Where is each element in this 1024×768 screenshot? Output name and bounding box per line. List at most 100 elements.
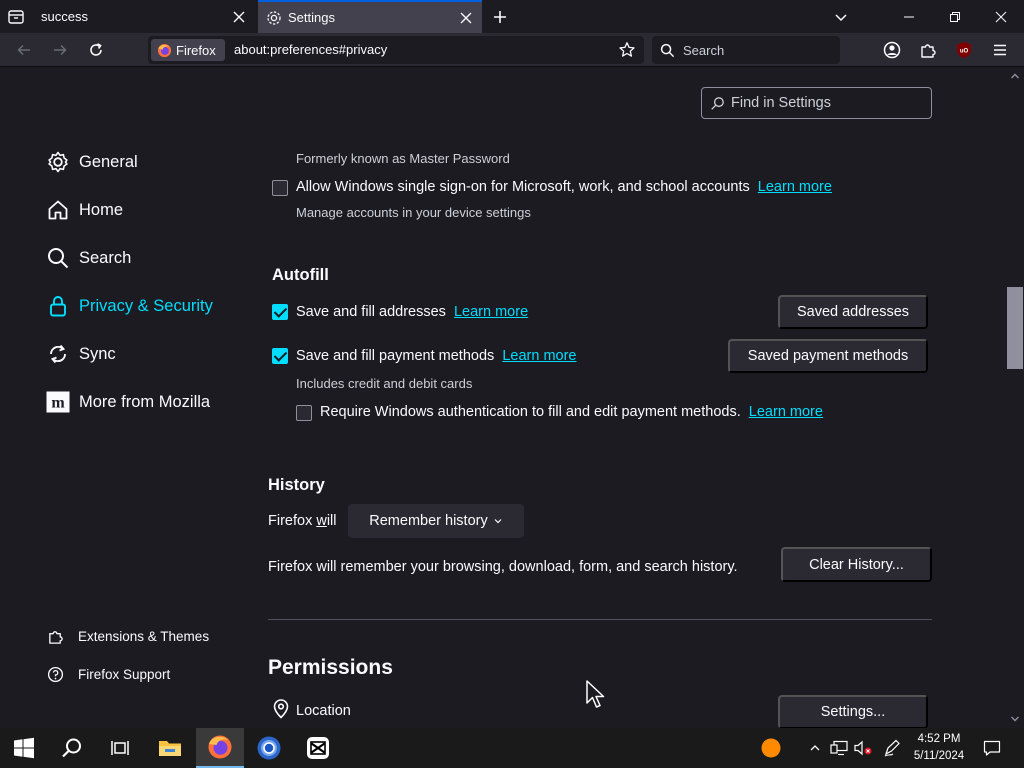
- sidebar-item-label: Sync: [79, 344, 116, 363]
- restore-icon: [950, 12, 960, 22]
- orange-circle-icon: [761, 738, 781, 758]
- sync-icon: [46, 342, 70, 366]
- pen-workspace-button[interactable]: [880, 728, 904, 768]
- mouse-cursor-icon: [586, 680, 605, 708]
- history-mode-select[interactable]: Remember history: [348, 504, 524, 538]
- volume-muted-icon: [854, 740, 872, 756]
- preferences-content: General Home Search Privacy & Security S…: [0, 67, 1024, 729]
- home-icon: [46, 198, 70, 222]
- lock-icon: [46, 294, 70, 318]
- capcut-taskbar-button[interactable]: [294, 728, 342, 768]
- svg-text:m: m: [51, 395, 65, 412]
- sidebar-item-sync[interactable]: Sync: [46, 339, 116, 369]
- location-label: Location: [296, 703, 351, 719]
- content-scrollbar[interactable]: [1006, 67, 1024, 727]
- restore-button[interactable]: [944, 6, 966, 28]
- save-addresses-checkbox[interactable]: [272, 304, 288, 320]
- app-menu-button[interactable]: [989, 39, 1011, 61]
- sidebar-item-search[interactable]: Search: [46, 243, 131, 273]
- require-auth-learn-more-link[interactable]: Learn more: [749, 404, 823, 420]
- sso-learn-more-link[interactable]: Learn more: [758, 179, 832, 195]
- save-addresses-text: Save and fill addresses: [296, 304, 446, 320]
- url-text[interactable]: about:preferences#privacy: [234, 42, 387, 57]
- history-description: Firefox will remember your browsing, dow…: [268, 559, 738, 575]
- sso-label: Allow Windows single sign-on for Microso…: [296, 179, 832, 195]
- list-all-tabs-button[interactable]: [830, 6, 852, 28]
- forward-button[interactable]: [49, 39, 71, 61]
- reload-button[interactable]: [85, 39, 107, 61]
- history-label-part: ill: [326, 513, 337, 529]
- tab-settings[interactable]: Settings: [258, 0, 482, 33]
- capcut-logo-icon: [307, 737, 329, 759]
- tab-title: Settings: [288, 10, 335, 25]
- file-explorer-button[interactable]: [146, 728, 194, 768]
- task-view-button[interactable]: [96, 728, 144, 768]
- scrollbar-thumb[interactable]: [1007, 287, 1023, 369]
- ublock-origin-button[interactable]: uO: [953, 39, 975, 61]
- window-close-button[interactable]: [990, 6, 1012, 28]
- url-bar[interactable]: Firefox about:preferences#privacy: [148, 36, 644, 64]
- find-in-settings[interactable]: [701, 87, 932, 119]
- history-mode-value: Remember history: [369, 513, 488, 529]
- primary-password-note: Formerly known as Master Password: [296, 151, 510, 166]
- start-button[interactable]: [0, 728, 48, 768]
- sidebar-item-more-from-mozilla[interactable]: m More from Mozilla: [46, 387, 210, 417]
- scroll-up-arrow-icon[interactable]: [1010, 71, 1020, 81]
- notification-icon: [983, 740, 1001, 756]
- sidebar-item-firefox-support[interactable]: Firefox Support: [47, 664, 170, 684]
- require-auth-checkbox[interactable]: [296, 405, 312, 421]
- bookmark-star-button[interactable]: [618, 41, 636, 59]
- chrome-taskbar-button[interactable]: [245, 728, 293, 768]
- sidebar-item-privacy-security[interactable]: Privacy & Security: [46, 291, 213, 321]
- scroll-down-arrow-icon[interactable]: [1010, 714, 1020, 724]
- sso-checkbox[interactable]: [272, 180, 288, 196]
- clear-history-button[interactable]: Clear History...: [781, 547, 932, 582]
- action-center-button[interactable]: [978, 728, 1006, 768]
- back-button[interactable]: [13, 39, 35, 61]
- taskbar-search-button[interactable]: [48, 728, 96, 768]
- firefox-logo-icon: [157, 43, 172, 57]
- save-payments-checkbox[interactable]: [272, 348, 288, 364]
- sidebar-item-extensions-themes[interactable]: Extensions & Themes: [47, 626, 209, 646]
- saved-addresses-button[interactable]: Saved addresses: [778, 295, 928, 329]
- sso-label-text: Allow Windows single sign-on for Microso…: [296, 179, 750, 195]
- reload-icon: [90, 43, 102, 56]
- volume-tray-button[interactable]: [852, 728, 874, 768]
- save-addresses-label: Save and fill addresses Learn more: [296, 304, 528, 320]
- clock-time: 4:52 PM: [917, 733, 961, 745]
- sidebar-item-general[interactable]: General: [46, 147, 138, 177]
- pen-icon: [884, 739, 900, 757]
- location-settings-button[interactable]: Settings...: [778, 695, 928, 729]
- chevron-down-icon: [835, 14, 847, 22]
- search-bar[interactable]: Search: [652, 36, 840, 64]
- find-in-settings-input[interactable]: [731, 95, 921, 111]
- autofill-heading: Autofill: [272, 266, 329, 284]
- saved-payment-methods-button[interactable]: Saved payment methods: [728, 339, 928, 373]
- identity-box[interactable]: Firefox: [151, 39, 225, 61]
- payments-learn-more-link[interactable]: Learn more: [502, 348, 576, 364]
- account-button[interactable]: [881, 39, 903, 61]
- section-divider: [268, 619, 932, 620]
- show-hidden-icons-button[interactable]: [805, 728, 825, 768]
- chevron-down-icon: [494, 519, 502, 524]
- tab-list-button[interactable]: [6, 7, 26, 27]
- orange-app-tray-button[interactable]: [757, 728, 785, 768]
- tab-close-button[interactable]: [456, 8, 476, 28]
- sidebar-item-label: General: [79, 152, 138, 171]
- minimize-button[interactable]: [898, 6, 920, 28]
- close-icon: [233, 11, 245, 22]
- network-tray-button[interactable]: [828, 728, 850, 768]
- new-tab-button[interactable]: [490, 7, 510, 27]
- extensions-button[interactable]: [917, 39, 939, 61]
- taskbar-clock[interactable]: 4:52 PM 5/11/2024: [908, 731, 970, 765]
- navigation-toolbar: Firefox about:preferences#privacy Search…: [0, 33, 1024, 67]
- ublock-shield-icon: uO: [957, 42, 971, 58]
- puzzle-icon: [921, 44, 936, 58]
- firefox-taskbar-button[interactable]: [196, 728, 244, 768]
- arrow-left-icon: [17, 44, 30, 56]
- tab-close-button[interactable]: [229, 7, 249, 27]
- addresses-learn-more-link[interactable]: Learn more: [454, 304, 528, 320]
- sidebar-item-home[interactable]: Home: [46, 195, 123, 225]
- tab-success[interactable]: success: [33, 0, 255, 33]
- gear-icon: [267, 10, 281, 25]
